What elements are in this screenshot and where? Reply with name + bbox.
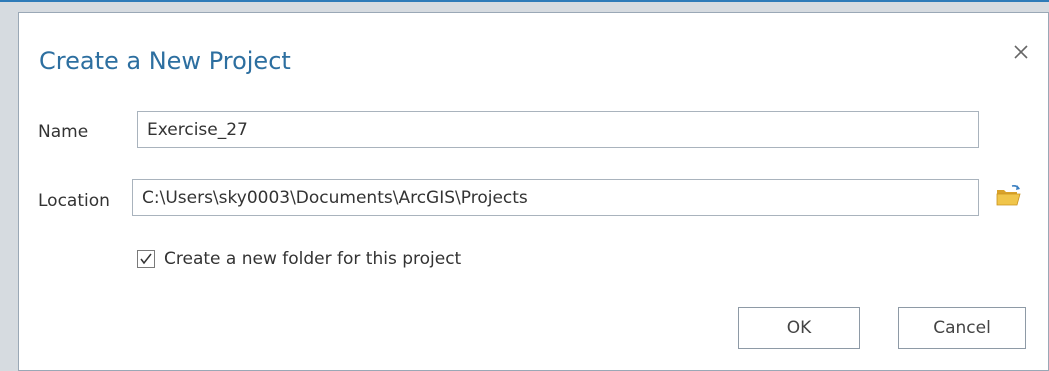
- close-icon[interactable]: [1008, 39, 1034, 65]
- location-input[interactable]: [132, 179, 979, 216]
- create-project-dialog: Create a New Project Name Location Creat…: [18, 12, 1049, 371]
- name-label: Name: [38, 122, 89, 142]
- cancel-button[interactable]: Cancel: [898, 307, 1026, 349]
- location-label: Location: [38, 191, 110, 211]
- name-input[interactable]: [137, 111, 979, 148]
- folder-open-icon[interactable]: [994, 181, 1024, 211]
- create-folder-label: Create a new folder for this project: [164, 249, 462, 269]
- create-folder-checkbox[interactable]: [137, 250, 155, 268]
- create-folder-checkbox-row[interactable]: Create a new folder for this project: [137, 246, 461, 272]
- ok-button[interactable]: OK: [738, 307, 860, 349]
- dialog-title: Create a New Project: [39, 47, 291, 75]
- window-accent-line: [0, 0, 1049, 2]
